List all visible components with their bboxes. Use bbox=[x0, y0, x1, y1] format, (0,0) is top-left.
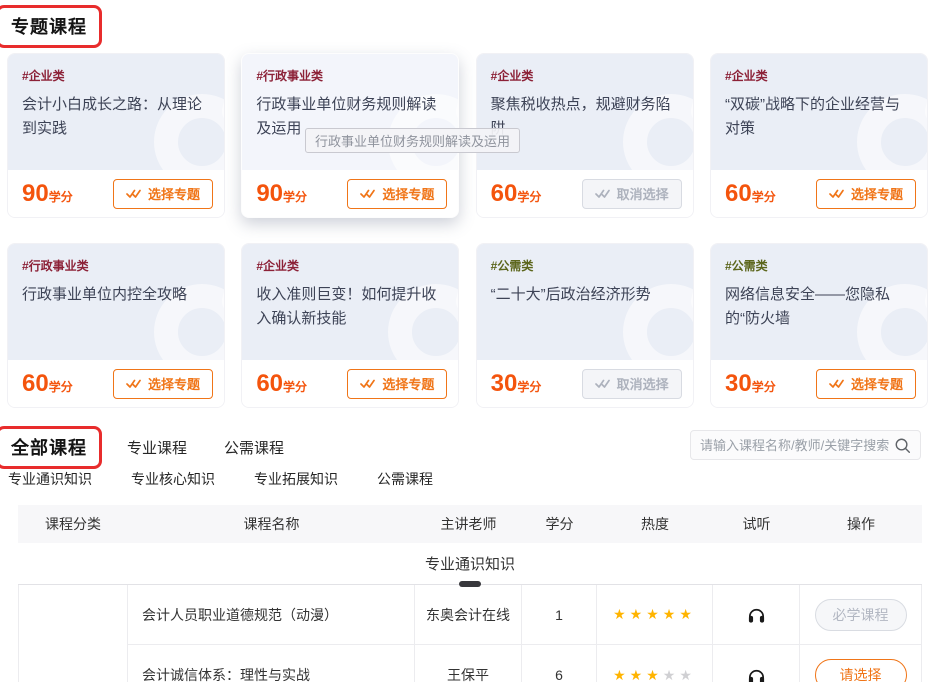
topic-card[interactable]: #企业类 收入准则巨变！如何提升收入确认新技能 60学分 选择专题 bbox=[241, 243, 459, 408]
operation-cell: 请选择 bbox=[800, 645, 921, 682]
select-topic-button[interactable]: 选择专题 bbox=[113, 179, 213, 209]
header-course-name: 课程名称 bbox=[244, 514, 300, 534]
topic-card[interactable]: #企业类 会计小白成长之路：从理论到实践 90学分 选择专题 bbox=[7, 53, 225, 218]
course-type-tabs: 专业课程 公需课程 bbox=[127, 437, 284, 458]
tab-professional-courses[interactable]: 专业课程 bbox=[127, 437, 187, 458]
course-title: 会计小白成长之路：从理论到实践 bbox=[22, 93, 210, 141]
topic-card[interactable]: #公需类 网络信息安全——您隐私的“防火墙 30学分 选择专题 bbox=[710, 243, 928, 408]
course-name-cell: 会计人员职业道德规范（动漫） bbox=[128, 585, 415, 645]
please-select-button[interactable]: 请选择 bbox=[815, 659, 907, 682]
category-cell bbox=[19, 585, 128, 682]
headphone-icon[interactable] bbox=[747, 605, 766, 624]
credits: 60学分 bbox=[22, 370, 73, 398]
course-title: 行政事业单位内控全攻略 bbox=[22, 283, 210, 307]
category-tag: #行政事业类 bbox=[22, 257, 210, 274]
course-table: 课程分类 课程名称 主讲老师 学分 热度 试听 操作 专业通识知识 会计人员职业… bbox=[18, 505, 922, 682]
course-title-tooltip: 行政事业单位财务规则解读及运用 bbox=[305, 128, 520, 153]
category-tag: #企业类 bbox=[491, 67, 679, 84]
credits: 30学分 bbox=[491, 370, 542, 398]
audition-cell bbox=[713, 585, 800, 645]
header-teacher: 主讲老师 bbox=[441, 514, 497, 534]
header-credits: 学分 bbox=[546, 514, 574, 534]
header-category: 课程分类 bbox=[45, 514, 101, 534]
active-group-indicator bbox=[459, 581, 481, 587]
header-operation: 操作 bbox=[847, 514, 875, 534]
select-topic-button[interactable]: 选择专题 bbox=[113, 369, 213, 399]
operation-cell: 必学课程 bbox=[800, 585, 921, 645]
section-title-text: 全部课程 bbox=[11, 438, 87, 458]
course-selection-page: 专题课程 #企业类 会计小白成长之路：从理论到实践 90学分 选择专题 #行政事… bbox=[0, 0, 935, 682]
star-filled-icon: ★★★★★ bbox=[613, 606, 696, 623]
select-topic-button[interactable]: 选择专题 bbox=[816, 369, 916, 399]
topic-card[interactable]: #公需类 “二十大”后政治经济形势 30学分 取消选择 bbox=[476, 243, 694, 408]
subtab-extended-knowledge[interactable]: 专业拓展知识 bbox=[254, 469, 338, 489]
category-tag: #公需类 bbox=[725, 257, 913, 274]
category-tag: #企业类 bbox=[256, 257, 444, 274]
rating-cell: ★★★★★ bbox=[597, 585, 713, 645]
credits: 90学分 bbox=[22, 180, 73, 208]
all-courses-section-title: 全部课程 bbox=[0, 426, 102, 469]
double-check-icon bbox=[595, 188, 611, 199]
credits: 60学分 bbox=[491, 180, 542, 208]
table-group-header: 专业通识知识 bbox=[18, 543, 922, 585]
search-input[interactable] bbox=[700, 438, 894, 453]
credits: 90学分 bbox=[256, 180, 307, 208]
topic-card-grid: #企业类 会计小白成长之路：从理论到实践 90学分 选择专题 #行政事业类 行政… bbox=[7, 53, 928, 408]
double-check-icon bbox=[595, 378, 611, 389]
select-topic-button[interactable]: 选择专题 bbox=[347, 369, 447, 399]
table-header-row: 课程分类 课程名称 主讲老师 学分 热度 试听 操作 bbox=[18, 505, 922, 543]
subtab-core-knowledge[interactable]: 专业核心知识 bbox=[131, 469, 215, 489]
double-check-icon bbox=[126, 188, 142, 199]
topic-card[interactable]: #行政事业类 行政事业单位内控全攻略 60学分 选择专题 bbox=[7, 243, 225, 408]
required-course-button[interactable]: 必学课程 bbox=[815, 599, 907, 631]
search-icon[interactable] bbox=[894, 437, 911, 454]
double-check-icon bbox=[126, 378, 142, 389]
teacher-cell: 王保平 bbox=[415, 645, 522, 682]
teacher-cell: 东奥会计在线 bbox=[415, 585, 522, 645]
select-topic-button[interactable]: 选择专题 bbox=[816, 179, 916, 209]
subtab-public-courses[interactable]: 公需课程 bbox=[377, 469, 433, 489]
headphone-icon[interactable] bbox=[747, 666, 766, 682]
card-body: #企业类 会计小白成长之路：从理论到实践 bbox=[8, 54, 224, 170]
star-filled-icon: ★★★ bbox=[613, 667, 663, 682]
course-title: “双碳”战略下的企业经营与对策 bbox=[725, 93, 913, 141]
select-topic-button[interactable]: 选择专题 bbox=[347, 179, 447, 209]
double-check-icon bbox=[360, 378, 376, 389]
course-title: “二十大”后政治经济形势 bbox=[491, 283, 679, 307]
category-tag: #企业类 bbox=[22, 67, 210, 84]
double-check-icon bbox=[360, 188, 376, 199]
star-empty-icon: ★★ bbox=[663, 667, 696, 682]
credits: 60学分 bbox=[256, 370, 307, 398]
category-tag: #公需类 bbox=[491, 257, 679, 274]
category-tag: #企业类 bbox=[725, 67, 913, 84]
header-audition: 试听 bbox=[743, 514, 771, 534]
double-check-icon bbox=[829, 378, 845, 389]
course-title: 收入准则巨变！如何提升收入确认新技能 bbox=[256, 283, 444, 331]
header-popularity: 热度 bbox=[641, 514, 669, 534]
category-tag: #行政事业类 bbox=[256, 67, 444, 84]
tab-public-courses[interactable]: 公需课程 bbox=[224, 437, 284, 458]
course-name-cell: 会计诚信体系：理性与实战 bbox=[128, 645, 415, 682]
table-body: 会计人员职业道德规范（动漫） 东奥会计在线 1 ★★★★★ 必学课程 会计诚信体… bbox=[18, 585, 922, 682]
cancel-select-button[interactable]: 取消选择 bbox=[582, 179, 682, 209]
course-title: 网络信息安全——您隐私的“防火墙 bbox=[725, 283, 913, 331]
subtab-general-knowledge[interactable]: 专业通识知识 bbox=[8, 469, 92, 489]
credits-cell: 6 bbox=[522, 645, 597, 682]
topic-card[interactable]: #企业类 “双碳”战略下的企业经营与对策 60学分 选择专题 bbox=[710, 53, 928, 218]
section-title-text: 专题课程 bbox=[11, 17, 87, 37]
credits: 30学分 bbox=[725, 370, 776, 398]
credits: 60学分 bbox=[725, 180, 776, 208]
knowledge-category-tabs: 专业通识知识 专业核心知识 专业拓展知识 公需课程 bbox=[8, 469, 433, 489]
rating-cell: ★★★★★ bbox=[597, 645, 713, 682]
search-box[interactable] bbox=[690, 430, 921, 460]
cancel-select-button[interactable]: 取消选择 bbox=[582, 369, 682, 399]
double-check-icon bbox=[829, 188, 845, 199]
audition-cell bbox=[713, 645, 800, 682]
credits-cell: 1 bbox=[522, 585, 597, 645]
topic-courses-section-title: 专题课程 bbox=[0, 5, 102, 48]
